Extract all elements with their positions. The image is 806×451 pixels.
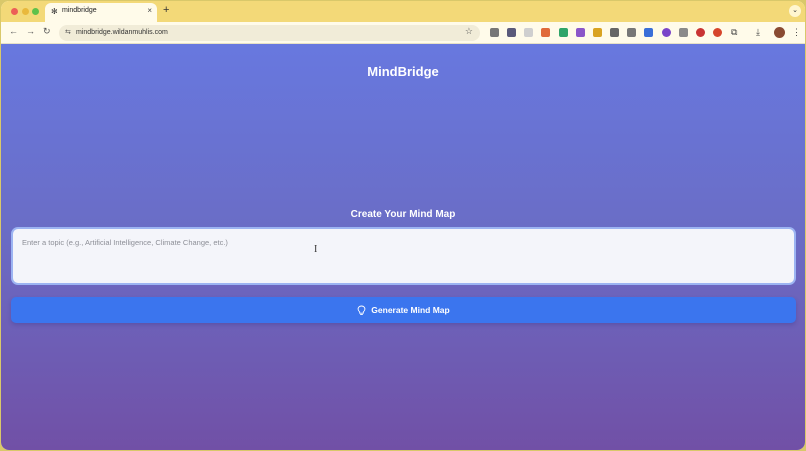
- tab-title: mindbridge: [62, 7, 97, 14]
- text-cursor-icon: I: [314, 244, 318, 255]
- bookmark-star-icon[interactable]: ☆: [465, 26, 473, 37]
- ext-10-icon[interactable]: [644, 28, 653, 37]
- profile-avatar[interactable]: [774, 27, 785, 38]
- download-icon[interactable]: ⤓: [756, 27, 760, 37]
- browser-window: ✻ mindbridge × + ⌄ ← → ↻ ⇆ mindbridge.wi…: [1, 1, 805, 450]
- puzzle-extensions-icon[interactable]: ⧉: [731, 27, 737, 37]
- browser-toolbar: ← → ↻ ⇆ mindbridge.wildanmuhlis.com ☆ ⧉ …: [1, 22, 805, 44]
- ext-6-icon[interactable]: [576, 28, 585, 37]
- generate-mind-map-button[interactable]: Generate Mind Map: [11, 297, 796, 323]
- new-tab-button[interactable]: +: [163, 4, 169, 16]
- brain-favicon-icon: ✻: [51, 7, 58, 16]
- forward-icon[interactable]: →: [26, 26, 35, 36]
- ext-7-icon[interactable]: [593, 28, 602, 37]
- reload-icon[interactable]: ↻: [43, 26, 51, 37]
- ext-3-icon[interactable]: [524, 28, 533, 37]
- ext-11-icon[interactable]: [662, 28, 671, 37]
- url-text[interactable]: mindbridge.wildanmuhlis.com: [76, 29, 168, 36]
- ext-13-icon[interactable]: [696, 28, 705, 37]
- tab-strip: ✻ mindbridge × + ⌄: [1, 1, 805, 22]
- ext-12-icon[interactable]: [679, 28, 688, 37]
- generate-button-label: Generate Mind Map: [371, 305, 450, 315]
- ext-2-icon[interactable]: [507, 28, 516, 37]
- app-title: MindBridge: [367, 64, 439, 79]
- tab-search-icon[interactable]: ⌄: [789, 5, 801, 17]
- site-info-icon[interactable]: ⇆: [65, 28, 71, 36]
- back-icon[interactable]: ←: [9, 26, 18, 36]
- ext-9-icon[interactable]: [627, 28, 636, 37]
- minimize-window-button[interactable]: [22, 8, 29, 15]
- tab-close-icon[interactable]: ×: [147, 6, 152, 15]
- ext-14-icon[interactable]: [713, 28, 722, 37]
- section-heading: Create Your Mind Map: [350, 209, 456, 220]
- address-bar[interactable]: ⇆ mindbridge.wildanmuhlis.com ☆: [59, 25, 480, 41]
- maximize-window-button[interactable]: [32, 8, 39, 15]
- lightbulb-icon: [357, 305, 366, 315]
- ext-4-icon[interactable]: [541, 28, 550, 37]
- close-window-button[interactable]: [11, 8, 18, 15]
- ext-8-icon[interactable]: [610, 28, 619, 37]
- ext-5-icon[interactable]: [559, 28, 568, 37]
- ext-1-icon[interactable]: [490, 28, 499, 37]
- app-page: MindBridge Create Your Mind Map I Genera…: [1, 44, 805, 450]
- tab-mindbridge[interactable]: ✻ mindbridge ×: [45, 3, 157, 22]
- browser-menu-icon[interactable]: ⋮: [792, 27, 801, 37]
- topic-input[interactable]: [11, 227, 796, 285]
